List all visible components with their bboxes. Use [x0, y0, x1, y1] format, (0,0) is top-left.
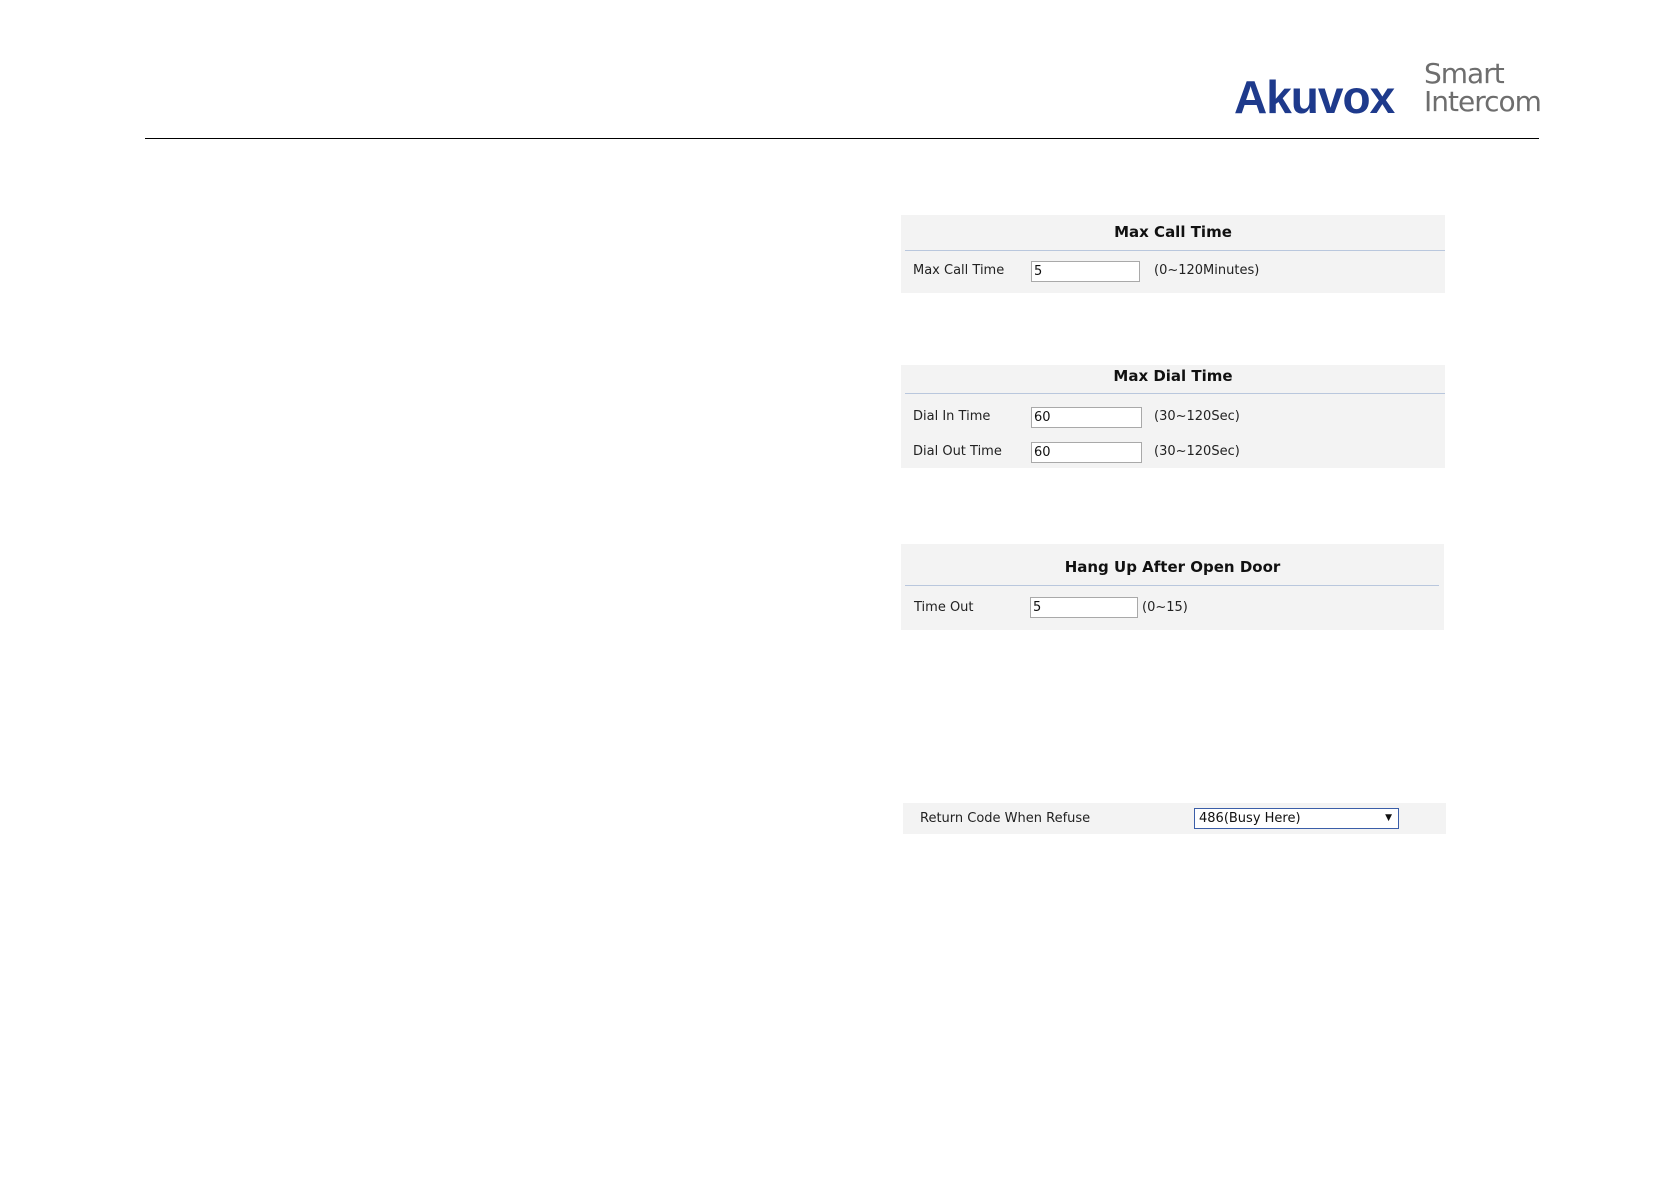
return-code-selected: 486(Busy Here) [1199, 811, 1301, 826]
max-call-time-input[interactable]: 5 [1031, 261, 1140, 282]
time-out-input[interactable]: 5 [1030, 597, 1138, 618]
header-divider [145, 138, 1539, 139]
dial-in-time-label: Dial In Time [913, 409, 991, 424]
hang-up-title: Hang Up After Open Door [1064, 558, 1281, 576]
max-call-time-label: Max Call Time [913, 263, 1005, 278]
hang-up-panel: Hang Up After Open Door Time Out 5 (0~15… [901, 544, 1444, 630]
max-call-time-range: (0~120Minutes) [1154, 263, 1260, 278]
panel-divider [905, 585, 1439, 586]
logo-brand-text: Akuvox [1234, 71, 1395, 123]
dial-in-time-input[interactable]: 60 [1031, 407, 1142, 428]
dropdown-arrow-icon[interactable]: ▼ [1385, 809, 1392, 828]
logo-tagline-line2: Intercom [1424, 85, 1542, 118]
panel-divider [905, 250, 1445, 251]
return-code-label: Return Code When Refuse [920, 811, 1091, 826]
max-dial-time-title: Max Dial Time [1113, 367, 1233, 385]
return-code-select[interactable]: 486(Busy Here) ▼ [1194, 808, 1399, 829]
akuvox-logo: Akuvox Smart Intercom [1234, 57, 1544, 123]
max-dial-time-panel: Max Dial Time Dial In Time 60 (30~120Sec… [901, 365, 1445, 468]
logo-tagline: Smart Intercom [1424, 57, 1542, 118]
max-call-time-title: Max Call Time [1114, 223, 1232, 241]
time-out-label: Time Out [914, 600, 974, 615]
time-out-range: (0~15) [1142, 600, 1188, 615]
logo-tagline-line1: Smart [1424, 57, 1505, 90]
dial-out-time-input[interactable]: 60 [1031, 442, 1142, 463]
dial-out-time-label: Dial Out Time [913, 444, 1002, 459]
return-code-panel: Return Code When Refuse 486(Busy Here) ▼ [903, 803, 1446, 834]
panel-divider [905, 393, 1445, 394]
max-call-time-panel: Max Call Time Max Call Time 5 (0~120Minu… [901, 215, 1445, 293]
dial-in-time-range: (30~120Sec) [1154, 409, 1240, 424]
dial-out-time-range: (30~120Sec) [1154, 444, 1240, 459]
